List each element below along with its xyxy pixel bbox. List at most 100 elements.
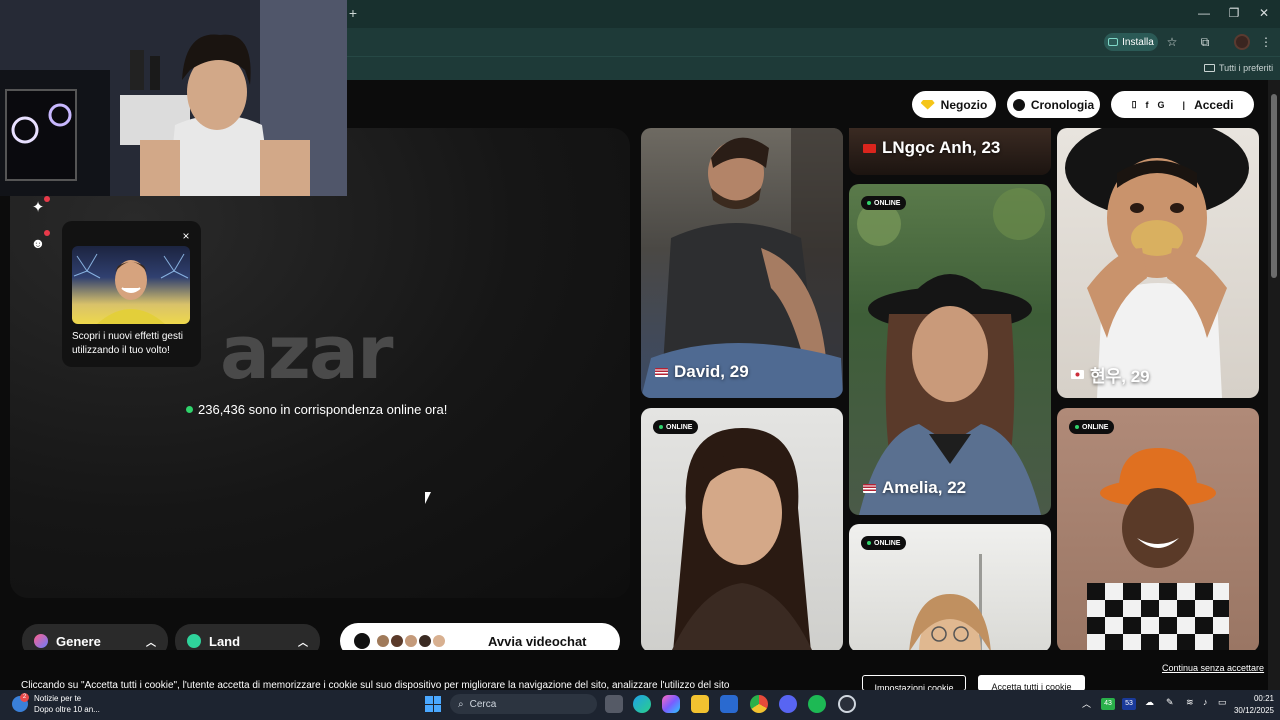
popup-text: Scopri i nuovi effetti gesti utilizzando…: [72, 331, 183, 356]
card-name: Amelia, 22: [863, 478, 966, 498]
popup-preview-image: [72, 246, 190, 324]
app-icon[interactable]: [838, 695, 856, 713]
bookmark-star-icon[interactable]: ☆: [1164, 34, 1180, 50]
close-window-button[interactable]: ✕: [1254, 4, 1274, 22]
login-button[interactable]: ▯ f G | Accedi: [1111, 91, 1254, 118]
cloud-icon[interactable]: ☁: [1145, 697, 1154, 708]
face-filter-icon[interactable]: ☻: [28, 233, 48, 253]
online-badge: ONLINE: [861, 196, 907, 210]
news-badge: 2: [20, 693, 29, 702]
tray-app-badge[interactable]: 53: [1122, 698, 1136, 710]
start-videochat-label: Avvia videochat: [488, 633, 587, 649]
extensions-icon[interactable]: ⧉: [1197, 34, 1213, 50]
profile-card[interactable]: ONLINE: [641, 408, 843, 652]
user-face-icon: [404, 634, 418, 648]
facebook-icon: f: [1145, 99, 1149, 110]
profile-card[interactable]: ONLINE Amelia, 22: [849, 184, 1051, 515]
news-subtitle: Dopo oltre 10 an...: [34, 705, 100, 714]
online-badge-text: ONLINE: [666, 423, 693, 431]
online-badge-text: ONLINE: [874, 199, 901, 207]
profile-card[interactable]: ONLINE: [1057, 408, 1259, 652]
continue-without-accepting-link[interactable]: Continua senza accettare: [1162, 663, 1264, 673]
online-dot-icon: [867, 201, 871, 205]
volume-icon[interactable]: ♪: [1203, 697, 1208, 707]
notification-dot: [44, 196, 50, 202]
user-face-icon: [390, 634, 404, 648]
copilot-icon[interactable]: [662, 695, 680, 713]
install-icon: [1108, 38, 1119, 46]
shop-label: Negozio: [940, 97, 988, 112]
online-dot-icon: [1075, 425, 1079, 429]
card-name-text: Amelia, 22: [882, 478, 967, 497]
gender-label: Genere: [56, 633, 101, 649]
profile-card[interactable]: ONLINE: [849, 524, 1051, 652]
cookie-settings-button[interactable]: Impostazioni cookie: [862, 675, 966, 691]
gem-icon: [920, 99, 935, 110]
news-title: Notizie per te: [34, 694, 82, 703]
online-badge-text: ONLINE: [1082, 423, 1109, 431]
user-face-icon: [432, 634, 446, 648]
azar-logo: azar: [220, 310, 393, 396]
all-bookmarks-label: Tutti i preferiti: [1219, 63, 1274, 73]
chevron-up-icon: ︿: [146, 637, 156, 649]
spotify-icon[interactable]: [808, 695, 826, 713]
search-placeholder: Cerca: [469, 698, 497, 710]
wifi-icon[interactable]: ≋: [1186, 697, 1194, 708]
minimize-button[interactable]: —: [1194, 4, 1214, 22]
online-badge: ONLINE: [653, 420, 699, 434]
card-name: LNgọc Anh, 23: [863, 138, 1000, 158]
store-icon[interactable]: [720, 695, 738, 713]
card-name-text: 현우, 29: [1090, 367, 1150, 386]
browser-menu-icon[interactable]: ⋮: [1258, 34, 1274, 50]
pen-icon[interactable]: ✎: [1166, 697, 1174, 708]
us-flag-icon: [863, 483, 876, 493]
online-badge: ONLINE: [861, 536, 907, 550]
video-icon: [354, 633, 370, 649]
tray-app-badge[interactable]: 43: [1101, 698, 1115, 710]
install-app-button[interactable]: Installa: [1104, 33, 1158, 51]
online-badge-text: ONLINE: [874, 539, 901, 547]
restore-button[interactable]: ❐: [1224, 4, 1244, 22]
task-view-icon[interactable]: [605, 695, 623, 713]
battery-icon[interactable]: ▭: [1218, 697, 1227, 708]
discord-icon[interactable]: [779, 695, 797, 713]
user-face-icon: [376, 634, 390, 648]
profile-avatar[interactable]: [1234, 34, 1250, 50]
card-name: David, 29: [655, 362, 749, 382]
clock-time: 00:21: [1253, 694, 1274, 703]
clock[interactable]: 00:21 30/12/2025: [1232, 693, 1274, 717]
profile-card[interactable]: David, 29: [641, 128, 843, 398]
taskbar-search[interactable]: ⌕ Cerca: [450, 694, 597, 714]
online-badge: ONLINE: [1069, 420, 1115, 434]
chrome-icon[interactable]: [750, 695, 768, 713]
online-dot-icon: [867, 541, 871, 545]
user-face-icon: [418, 634, 432, 648]
search-icon: ⌕: [458, 698, 464, 710]
region-label: Land: [209, 633, 241, 649]
all-bookmarks-link[interactable]: Tutti i preferiti: [1204, 60, 1273, 76]
history-button[interactable]: Cronologia: [1007, 91, 1100, 118]
file-explorer-icon[interactable]: [691, 695, 709, 713]
start-button[interactable]: [425, 696, 441, 712]
login-label: Accedi: [1194, 97, 1234, 112]
weather-icon: 2: [12, 693, 29, 712]
online-dot-icon: [186, 406, 193, 413]
news-widget[interactable]: 2 Notizie per te Dopo oltre 10 an...: [12, 693, 100, 715]
mouse-cursor: [425, 492, 431, 504]
clock-icon: [1012, 98, 1025, 111]
edge-icon[interactable]: [633, 695, 651, 713]
google-icon: G: [1157, 99, 1165, 110]
notification-dot: [44, 230, 50, 236]
profile-card[interactable]: LNgọc Anh, 23: [849, 128, 1051, 175]
scrollbar-thumb[interactable]: [1271, 94, 1277, 278]
webcam-overlay: [0, 0, 347, 196]
shop-button[interactable]: Negozio: [912, 91, 996, 118]
new-tab-button[interactable]: +: [346, 4, 360, 22]
accept-all-cookies-button[interactable]: Accetta tutti i cookie: [978, 675, 1085, 691]
globe-icon: [187, 634, 201, 648]
tray-chevron-icon[interactable]: ︿: [1082, 697, 1091, 710]
popup-close-button[interactable]: ×: [179, 229, 193, 243]
vn-flag-icon: [863, 143, 876, 153]
profile-card[interactable]: 현우, 29: [1057, 128, 1259, 398]
online-count: 236,436 sono in corrispondenza online or…: [186, 402, 447, 417]
